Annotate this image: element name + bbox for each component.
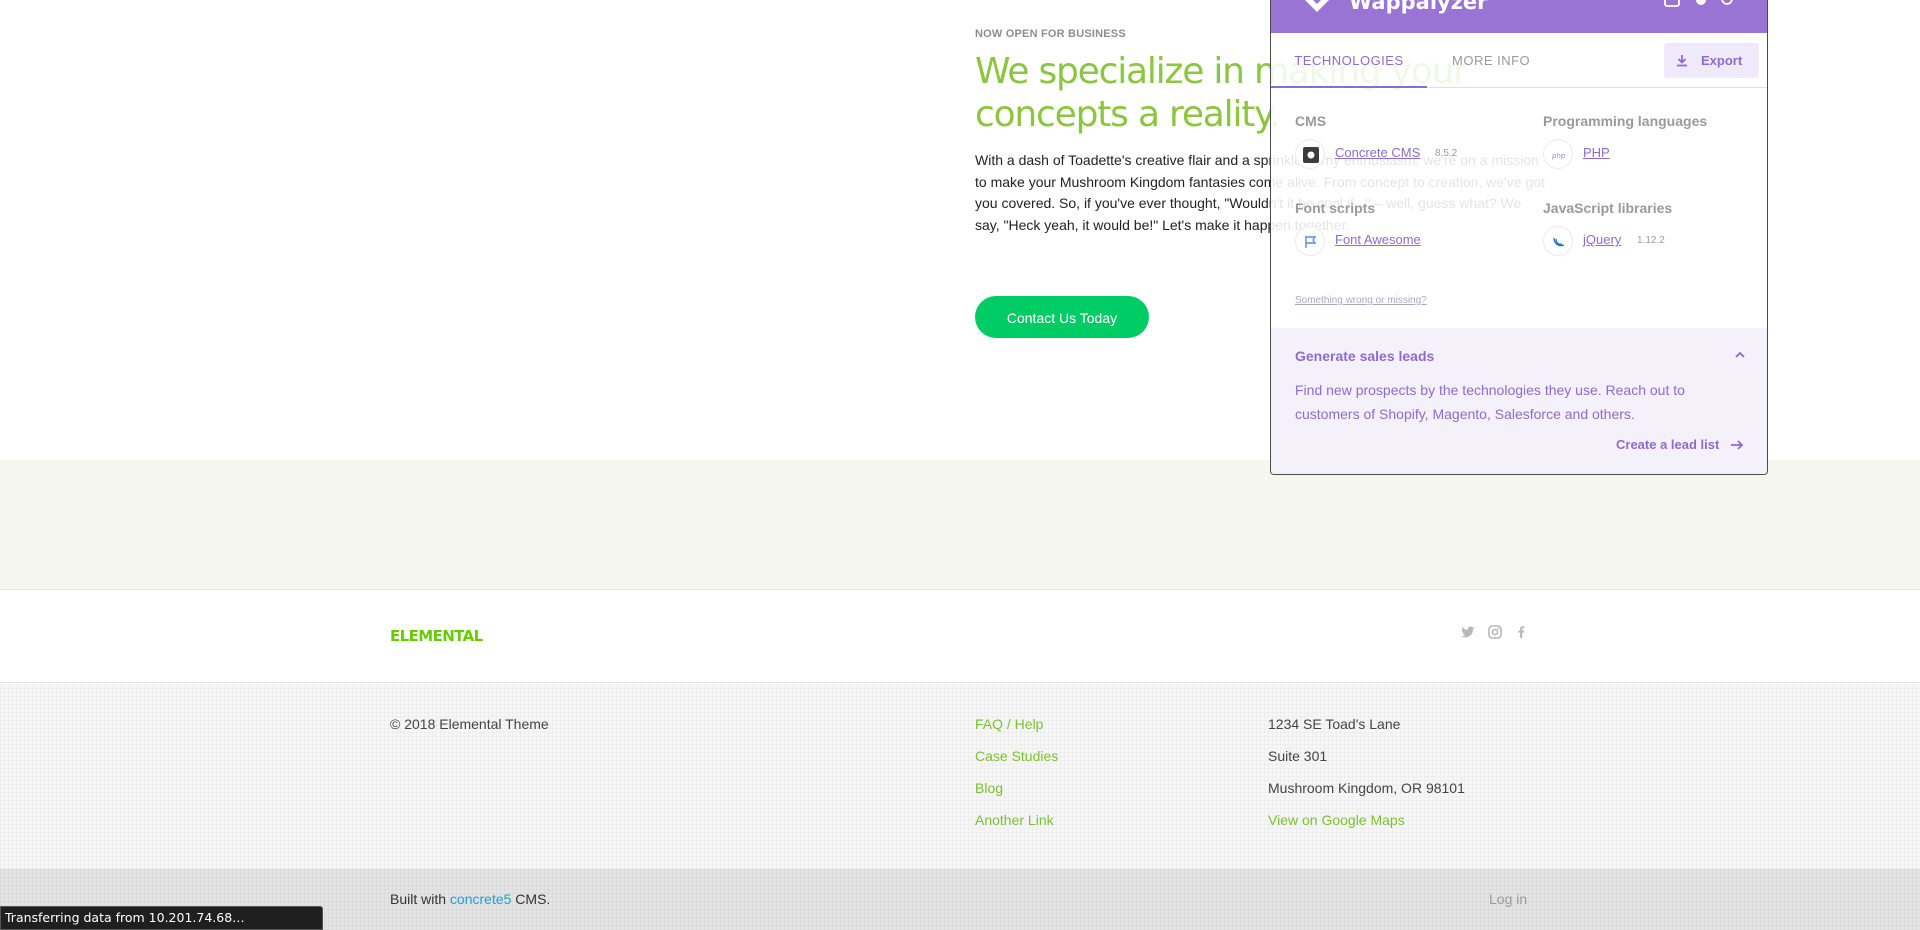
site-logo[interactable]: ELEMENTAL <box>390 627 483 645</box>
wappalyzer-tab-bar: TECHNOLOGIES MORE INFO Export <box>1271 33 1767 88</box>
wappalyzer-header: Wappalyzer <box>1271 0 1767 33</box>
browser-status-bar: Transferring data from 10.201.74.68… <box>0 906 323 930</box>
category-programming-languages-title: Programming languages <box>1543 113 1708 129</box>
address-line-2: Suite 301 <box>1268 748 1328 764</box>
copyright-text: © 2018 Elemental Theme <box>390 716 549 732</box>
tab-technologies[interactable]: TECHNOLOGIES <box>1271 33 1427 88</box>
blog-link[interactable]: Blog <box>975 780 1003 796</box>
category-font-scripts-title: Font scripts <box>1295 200 1376 216</box>
php-icon: php <box>1543 139 1573 169</box>
footer-brand-bar: ELEMENTAL <box>0 591 1920 683</box>
flag-icon <box>1295 226 1325 256</box>
tab-more-info[interactable]: MORE INFO <box>1452 33 1530 88</box>
built-with-prefix: Built with <box>390 891 447 907</box>
tech-item-font-awesome[interactable]: Font Awesome <box>1295 226 1495 256</box>
wappalyzer-title: Wappalyzer <box>1349 0 1488 14</box>
tech-name[interactable]: PHP <box>1583 145 1610 160</box>
theme-toggle-icon[interactable] <box>1663 0 1681 8</box>
address-block: 1234 SE Toad's Lane Suite 301 Mushroom K… <box>1268 716 1465 844</box>
hero-eyebrow: NOW OPEN FOR BUSINESS <box>975 28 1126 40</box>
footer-link-item: Another Link <box>975 812 1058 844</box>
address-line-3: Mushroom Kingdom, OR 98101 <box>1268 780 1465 796</box>
export-button[interactable]: Export <box>1664 43 1759 78</box>
twitter-icon[interactable] <box>1460 624 1476 640</box>
settings-icon[interactable] <box>1692 0 1710 8</box>
google-maps-link[interactable]: View on Google Maps <box>1268 812 1405 828</box>
facebook-icon[interactable] <box>1513 624 1529 640</box>
sales-leads-text: Find new prospects by the technologies t… <box>1295 382 1685 422</box>
tech-version: 8.5.2 <box>1435 148 1458 159</box>
wappalyzer-logo-icon <box>1305 0 1329 12</box>
tech-name[interactable]: Font Awesome <box>1335 232 1421 247</box>
concrete5-link[interactable]: concrete5 <box>450 891 511 907</box>
site-footer: © 2018 Elemental Theme FAQ / Help Case S… <box>0 684 1920 869</box>
arrow-right-icon <box>1731 440 1744 450</box>
sales-leads-panel: Generate sales leads Find new prospects … <box>1271 328 1767 474</box>
faq-help-link[interactable]: FAQ / Help <box>975 716 1043 732</box>
tech-name[interactable]: jQuery <box>1583 232 1621 247</box>
tech-item-concrete-cms[interactable]: Concrete CMS 8.5.2 <box>1295 139 1495 169</box>
instagram-icon[interactable] <box>1487 624 1503 640</box>
create-lead-list-link[interactable]: Create a lead list <box>1616 437 1744 452</box>
footer-link-item: Blog <box>975 780 1058 812</box>
svg-text:php: php <box>1551 152 1566 160</box>
feedback-link[interactable]: Something wrong or missing? <box>1295 295 1427 306</box>
tech-name[interactable]: Concrete CMS <box>1335 145 1420 160</box>
category-cms-title: CMS <box>1295 113 1327 129</box>
content-band <box>0 460 1920 590</box>
jquery-icon <box>1543 226 1573 256</box>
wappalyzer-popup: Wappalyzer TECHNOLOGIES MORE INFO Export… <box>1270 0 1768 475</box>
footer-link-item: FAQ / Help <box>975 716 1058 748</box>
concrete-cms-icon <box>1295 139 1325 169</box>
another-link[interactable]: Another Link <box>975 812 1054 828</box>
footer-link-list: FAQ / Help Case Studies Blog Another Lin… <box>975 716 1058 844</box>
built-with-text: Built with concrete5 CMS. <box>390 891 550 907</box>
export-label: Export <box>1701 53 1743 68</box>
sales-leads-title: Generate sales leads <box>1295 348 1435 364</box>
download-icon <box>1677 55 1687 67</box>
tech-version: 1.12.2 <box>1637 235 1665 246</box>
contact-us-button[interactable]: Contact Us Today <box>975 296 1149 338</box>
login-link[interactable]: Log in <box>1489 891 1527 907</box>
power-icon[interactable] <box>1718 0 1736 8</box>
case-studies-link[interactable]: Case Studies <box>975 748 1058 764</box>
footer-link-item: Case Studies <box>975 748 1058 780</box>
create-lead-list-label: Create a lead list <box>1616 437 1720 452</box>
category-javascript-libraries-title: JavaScript libraries <box>1543 200 1673 216</box>
tech-item-jquery[interactable]: jQuery 1.12.2 <box>1543 226 1743 256</box>
tech-item-php[interactable]: php PHP <box>1543 139 1743 169</box>
built-with-suffix: CMS. <box>515 891 551 907</box>
address-line-1: 1234 SE Toad's Lane <box>1268 716 1401 732</box>
chevron-up-icon[interactable] <box>1733 348 1747 362</box>
